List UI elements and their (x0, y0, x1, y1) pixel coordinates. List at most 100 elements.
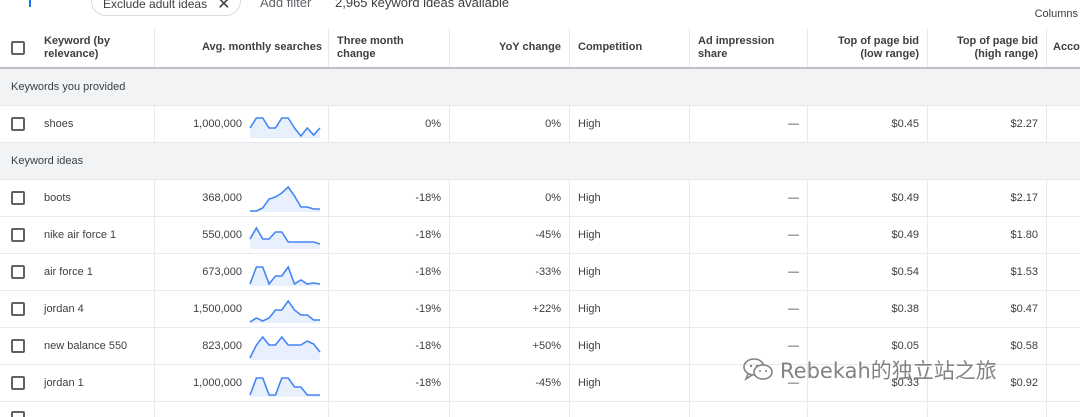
table-row[interactable] (0, 402, 1080, 417)
keyword-cell[interactable]: air force 1 (36, 254, 155, 290)
table-row[interactable]: boots 368,000 -18% 0% High — $0.49 $2.17 (0, 180, 1080, 217)
table-row[interactable]: nike air force 1 550,000 -18% -45% High — $0.4… (0, 217, 1080, 254)
row-checkbox[interactable] (11, 191, 25, 205)
avg-searches-cell: 673,000 (155, 254, 329, 290)
yoy-cell (450, 402, 570, 417)
ad-impression-share-cell: — (690, 328, 808, 364)
competition-cell: High (570, 254, 690, 290)
header-keyword[interactable]: Keyword (by relevance) (36, 28, 155, 67)
trend-sparkline (249, 299, 320, 323)
ad-impression-share-cell: — (690, 180, 808, 216)
avg-searches-cell: 1,500,000 (155, 291, 329, 327)
avg-searches-value: 550,000 (202, 229, 242, 241)
keyword-cell (36, 402, 155, 417)
high-bid-cell: $0.47 (928, 291, 1047, 327)
row-checkbox[interactable] (11, 376, 25, 390)
three-month-change-cell: -18% (329, 365, 450, 401)
high-bid-cell: $2.17 (928, 180, 1047, 216)
filter-icon[interactable] (22, 0, 38, 8)
keyword-table: Keyword (by relevance) Avg. monthly sear… (0, 28, 1080, 417)
trend-sparkline (249, 117, 321, 138)
add-filter-button[interactable]: Add filter (260, 0, 311, 10)
group-label: Keywords you provided (11, 81, 126, 93)
account-cell (1047, 180, 1080, 216)
low-bid-cell: $0.54 (808, 254, 928, 290)
provided-rows: shoes 1,000,000 0% 0% High — $0.45 $2.27 (0, 106, 1080, 143)
trend-sparkline (250, 185, 320, 212)
keyword-cell[interactable]: jordan 1 (36, 365, 155, 401)
avg-searches-cell: 1,000,000 (155, 106, 329, 142)
keyword-cell[interactable]: jordan 4 (36, 291, 155, 327)
keyword-cell[interactable]: shoes (36, 106, 155, 142)
account-cell (1047, 217, 1080, 253)
competition-cell: High (570, 180, 690, 216)
keyword-cell[interactable]: new balance 550 (36, 328, 155, 364)
avg-searches-value: 1,000,000 (193, 118, 242, 130)
row-checkbox[interactable] (11, 265, 25, 279)
table-row[interactable]: jordan 1 1,000,000 -18% -45% High — $0.33 $0.92 (0, 365, 1080, 402)
table-row[interactable]: jordan 4 1,500,000 -19% +22% High — $0.38 $0.47 (0, 291, 1080, 328)
table-row[interactable]: air force 1 673,000 -18% -33% High — $0.54 $1.5… (0, 254, 1080, 291)
sparkline-area (250, 228, 320, 249)
exclude-adult-ideas-chip[interactable]: Exclude adult ideas ✕ (91, 0, 242, 16)
select-all-checkbox[interactable] (11, 40, 25, 55)
trend-sparkline (249, 377, 320, 397)
avg-searches-cell: 550,000 (155, 217, 329, 253)
high-bid-cell (928, 402, 1047, 417)
keyword-cell[interactable]: nike air force 1 (36, 217, 155, 253)
row-checkbox[interactable] (11, 302, 25, 316)
row-select-cell (0, 328, 36, 364)
keyword-cell[interactable]: boots (36, 180, 155, 216)
three-month-change-cell: -18% (329, 217, 450, 253)
yoy-change-cell: 0% (450, 106, 570, 142)
table-row[interactable]: new balance 550 823,000 -18% +50% High — $0.05… (0, 328, 1080, 365)
header-yoy-change[interactable]: YoY change (450, 28, 570, 67)
trend-sparkline (249, 226, 321, 249)
avg-searches-value: 368,000 (202, 192, 242, 204)
header-ad-impression-share[interactable]: Ad impression share (690, 28, 808, 67)
header-low-bid[interactable]: Top of page bid (low range) (808, 28, 928, 67)
close-icon[interactable]: ✕ (217, 0, 230, 14)
header-high-bid[interactable]: Top of page bid (high range) (928, 28, 1047, 67)
header-competition[interactable]: Competition (570, 28, 690, 67)
low-bid-cell: $0.33 (808, 365, 928, 401)
competition-cell: High (570, 365, 690, 401)
table-row[interactable]: shoes 1,000,000 0% 0% High — $0.45 $2.27 (0, 106, 1080, 143)
high-bid-cell: $1.53 (928, 254, 1047, 290)
row-checkbox[interactable] (11, 228, 25, 242)
yoy-change-cell: +50% (450, 328, 570, 364)
yoy-change-cell: -33% (450, 254, 570, 290)
competition-cell: High (570, 328, 690, 364)
header-avg-monthly-searches[interactable]: Avg. monthly searches (155, 28, 329, 67)
account-cell (1047, 291, 1080, 327)
impression-cell (690, 402, 808, 417)
avg-searches-cell (155, 402, 329, 417)
high-bid-cell: $2.27 (928, 106, 1047, 142)
filter-bar: Exclude adult ideas ✕ Add filter 2,965 k… (0, 0, 1080, 28)
keyword-ideas-count: 2,965 keyword ideas available (335, 0, 510, 10)
row-select-cell (0, 402, 36, 417)
header-account[interactable]: Acco (1047, 28, 1080, 67)
high-bid-cell: $1.80 (928, 217, 1047, 253)
yoy-change-cell: -45% (450, 365, 570, 401)
ad-impression-share-cell: — (690, 254, 808, 290)
avg-searches-value: 1,000,000 (193, 377, 242, 389)
columns-button[interactable]: Columns (1035, 8, 1078, 20)
low-bid-cell: $0.05 (808, 328, 928, 364)
account-cell (1047, 254, 1080, 290)
row-checkbox[interactable] (11, 117, 25, 131)
high-bid-cell: $0.92 (928, 365, 1047, 401)
three-month-change-cell: -19% (329, 291, 450, 327)
ad-impression-share-cell: — (690, 365, 808, 401)
row-checkbox[interactable] (11, 339, 25, 353)
high-bid-cell: $0.58 (928, 328, 1047, 364)
avg-searches-cell: 368,000 (155, 180, 329, 216)
competition-cell: High (570, 217, 690, 253)
three-month-change-cell: -18% (329, 328, 450, 364)
three-month-change-cell: -18% (329, 254, 450, 290)
account-cell (1047, 365, 1080, 401)
avg-searches-cell: 1,000,000 (155, 365, 329, 401)
row-checkbox[interactable] (11, 410, 25, 417)
header-three-month-change[interactable]: Three month change (329, 28, 450, 67)
low-bid-cell: $0.49 (808, 180, 928, 216)
